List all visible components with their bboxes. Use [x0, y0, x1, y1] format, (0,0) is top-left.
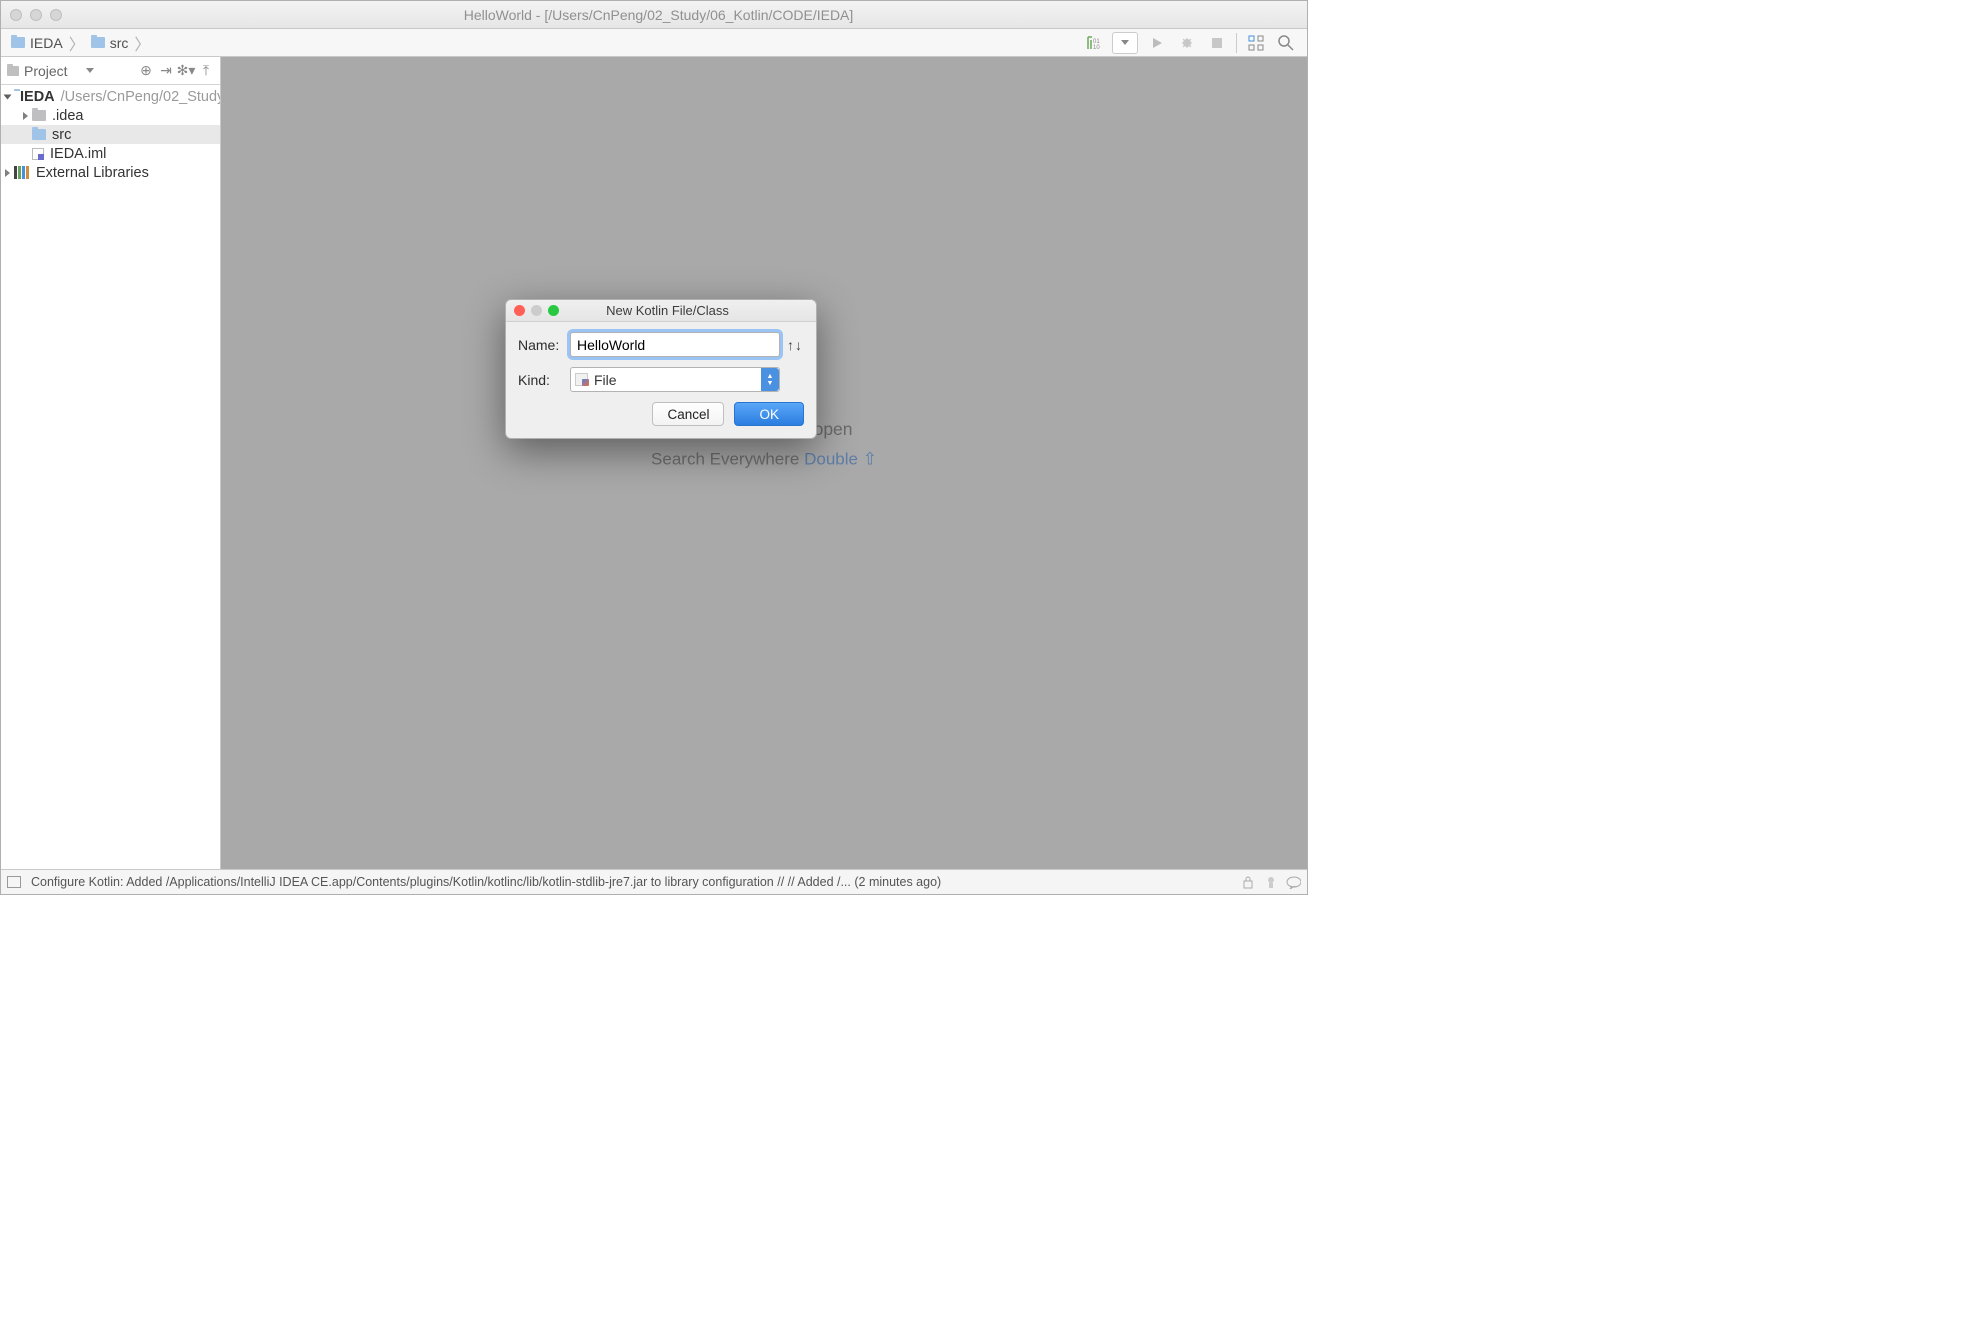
status-bar: Configure Kotlin: Added /Applications/In… — [1, 869, 1307, 894]
tree-node-project[interactable]: IEDA /Users/CnPeng/02_Study/0 — [1, 87, 220, 106]
expand-toggle-icon[interactable] — [5, 169, 10, 177]
dialog-title: New Kotlin File/Class — [565, 303, 816, 318]
folder-icon — [11, 37, 25, 48]
iml-file-icon — [32, 148, 44, 160]
navigation-bar: IEDA 〉 src 〉 0110 — [1, 29, 1307, 57]
project-tool-window: Project ⊕ ⇥ ✻▾ ⤒ IEDA /Users/CnPeng/02_S… — [1, 57, 221, 869]
hide-icon[interactable]: ⤒ — [198, 63, 214, 79]
select-arrows-icon: ▲▼ — [761, 368, 779, 391]
make-icon[interactable]: 0110 — [1082, 32, 1104, 54]
kind-row: Kind: File ▲▼ — [518, 367, 804, 392]
tree-label: src — [52, 127, 71, 143]
breadcrumb-item[interactable]: src — [87, 29, 133, 56]
folder-icon — [32, 110, 46, 121]
name-row: Name: ↑↓ — [518, 332, 804, 357]
tree-node-file[interactable]: IEDA.iml — [1, 144, 220, 163]
hint-shortcut: Double ⇧ — [804, 450, 877, 469]
expand-toggle-icon[interactable] — [4, 94, 12, 99]
project-view-header[interactable]: Project ⊕ ⇥ ✻▾ ⤒ — [1, 57, 220, 85]
status-bar-right — [1240, 875, 1301, 890]
run-config-dropdown[interactable] — [1112, 32, 1138, 54]
titlebar: HelloWorld - [/Users/CnPeng/02_Study/06_… — [1, 1, 1307, 29]
dialog-titlebar[interactable]: New Kotlin File/Class — [506, 300, 816, 322]
breadcrumb-label: IEDA — [30, 35, 63, 51]
editor-empty-hints: Search Everywhere Double ⇧ — [651, 443, 877, 477]
kind-label: Kind: — [518, 372, 570, 388]
editor-area: Search Everywhere Double ⇧ Drop files he… — [221, 57, 1307, 869]
toolbar-right: 0110 — [1082, 32, 1301, 54]
lock-icon[interactable] — [1240, 875, 1255, 890]
breadcrumb-item[interactable]: IEDA — [7, 29, 67, 56]
dialog-close-icon[interactable] — [514, 305, 525, 316]
dialog-body: Name: ↑↓ Kind: File ▲▼ Ca — [506, 322, 816, 438]
breadcrumb-label: src — [110, 35, 129, 51]
kind-select[interactable]: File ▲▼ — [570, 367, 780, 392]
chevron-down-icon[interactable] — [86, 68, 94, 73]
project-tree[interactable]: IEDA /Users/CnPeng/02_Study/0 .idea src — [1, 85, 220, 182]
main-split: Project ⊕ ⇥ ✻▾ ⤒ IEDA /Users/CnPeng/02_S… — [1, 57, 1307, 869]
tree-label: External Libraries — [36, 165, 149, 181]
source-folder-icon — [32, 129, 46, 140]
expand-toggle-icon[interactable] — [23, 112, 28, 120]
chevron-right-icon: 〉 — [69, 31, 85, 55]
folder-icon — [91, 37, 105, 48]
collapse-all-icon[interactable]: ⇥ — [158, 63, 174, 79]
ok-button[interactable]: OK — [734, 402, 804, 426]
inspection-icon[interactable] — [1263, 875, 1278, 890]
toolbar-separator — [1236, 33, 1237, 53]
history-arrows-icon[interactable]: ↑↓ — [786, 337, 804, 353]
tree-label: IEDA — [20, 89, 55, 105]
tree-node-folder[interactable]: src — [1, 125, 220, 144]
name-input[interactable] — [570, 332, 780, 357]
ide-window: HelloWorld - [/Users/CnPeng/02_Study/06_… — [0, 0, 1308, 895]
debug-icon[interactable] — [1176, 32, 1198, 54]
tree-path: /Users/CnPeng/02_Study/0 — [61, 89, 220, 105]
project-view-title: Project — [24, 63, 68, 79]
tool-windows-icon[interactable] — [7, 876, 21, 888]
dialog-zoom-icon[interactable] — [548, 305, 559, 316]
libraries-icon — [14, 166, 30, 179]
search-icon[interactable] — [1275, 32, 1297, 54]
window-title: HelloWorld - [/Users/CnPeng/02_Study/06_… — [70, 7, 1307, 23]
hint-text: Search Everywhere — [651, 450, 804, 469]
dialog-buttons: Cancel OK — [518, 402, 804, 426]
kotlin-file-icon — [575, 373, 588, 386]
chevron-right-icon: 〉 — [134, 31, 150, 55]
svg-text:10: 10 — [1093, 45, 1100, 51]
tree-label: IEDA.iml — [50, 146, 106, 162]
run-icon[interactable] — [1146, 32, 1168, 54]
name-label: Name: — [518, 337, 570, 353]
tree-node-folder[interactable]: .idea — [1, 106, 220, 125]
stop-icon[interactable] — [1206, 32, 1228, 54]
structure-icon[interactable] — [1245, 32, 1267, 54]
window-minimize-dot[interactable] — [30, 9, 42, 21]
gear-icon[interactable]: ✻▾ — [178, 63, 194, 79]
tree-node-external-libs[interactable]: External Libraries — [1, 163, 220, 182]
hint-line: Search Everywhere Double ⇧ — [651, 443, 877, 477]
status-message[interactable]: Configure Kotlin: Added /Applications/In… — [31, 875, 941, 889]
dialog-minimize-icon — [531, 305, 542, 316]
new-kotlin-file-dialog: New Kotlin File/Class Name: ↑↓ Kind: Fil… — [505, 299, 817, 439]
window-zoom-dot[interactable] — [50, 9, 62, 21]
tree-label: .idea — [52, 108, 83, 124]
kind-value: File — [594, 372, 617, 388]
project-icon — [7, 66, 19, 76]
notifications-icon[interactable] — [1286, 875, 1301, 890]
scroll-to-source-icon[interactable]: ⊕ — [138, 63, 154, 79]
window-close-dot[interactable] — [10, 9, 22, 21]
cancel-button[interactable]: Cancel — [652, 402, 724, 426]
